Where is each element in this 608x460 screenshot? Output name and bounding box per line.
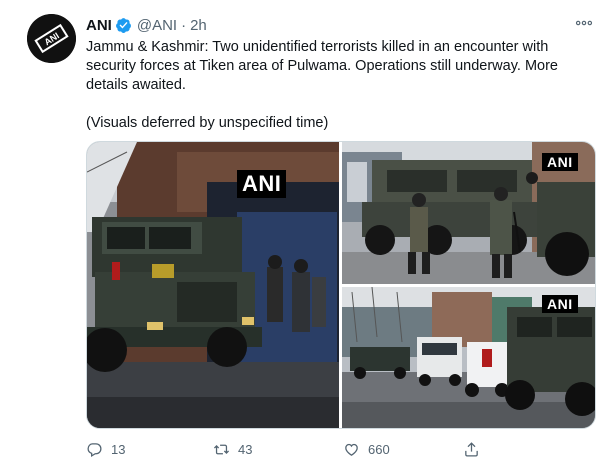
like-button[interactable]: 660 — [343, 441, 463, 458]
tweet-time[interactable]: 2h — [190, 17, 207, 34]
share-icon — [465, 441, 478, 457]
ani-logo-icon: ANI — [27, 14, 76, 63]
reply-button[interactable]: 13 — [86, 441, 213, 458]
photo-armored-vehicle-image — [87, 142, 339, 428]
retweet-button[interactable]: 43 — [213, 441, 343, 458]
author-name[interactable]: ANI — [86, 17, 112, 34]
tweet[interactable]: ANI ANI @ANI · 2h Jammu & Kashmir: Two u… — [0, 0, 608, 460]
share-button[interactable] — [463, 441, 480, 458]
ani-watermark: ANI — [237, 170, 287, 198]
retweet-icon — [213, 444, 230, 454]
photo-armored-vehicle[interactable]: ANI — [87, 142, 339, 428]
verified-badge-icon — [115, 17, 131, 33]
media-grid: ANI ANI ANI — [86, 141, 596, 429]
tweet-header: ANI @ANI · 2h — [86, 14, 207, 36]
tweet-actions: 13 43 660 — [86, 440, 566, 458]
like-icon — [345, 443, 358, 456]
like-count: 660 — [368, 441, 390, 457]
ani-watermark: ANI — [542, 153, 578, 171]
media-divider-horizontal — [342, 284, 595, 287]
ani-watermark: ANI — [542, 295, 578, 313]
tweet-text: Jammu & Kashmir: Two unidentified terror… — [86, 38, 586, 133]
tweet-note: (Visuals deferred by unspecified time) — [86, 115, 329, 131]
photo-soldiers-vehicle[interactable]: ANI — [342, 142, 595, 284]
separator-dot: · — [181, 16, 187, 34]
photo-convoy[interactable]: ANI — [342, 287, 595, 428]
tweet-body: Jammu & Kashmir: Two unidentified terror… — [86, 39, 558, 93]
avatar[interactable]: ANI — [27, 14, 76, 63]
author-handle[interactable]: @ANI — [137, 17, 177, 34]
reply-count: 13 — [111, 441, 126, 457]
reply-icon — [87, 442, 102, 457]
retweet-count: 43 — [238, 441, 253, 457]
more-icon[interactable] — [574, 13, 594, 33]
